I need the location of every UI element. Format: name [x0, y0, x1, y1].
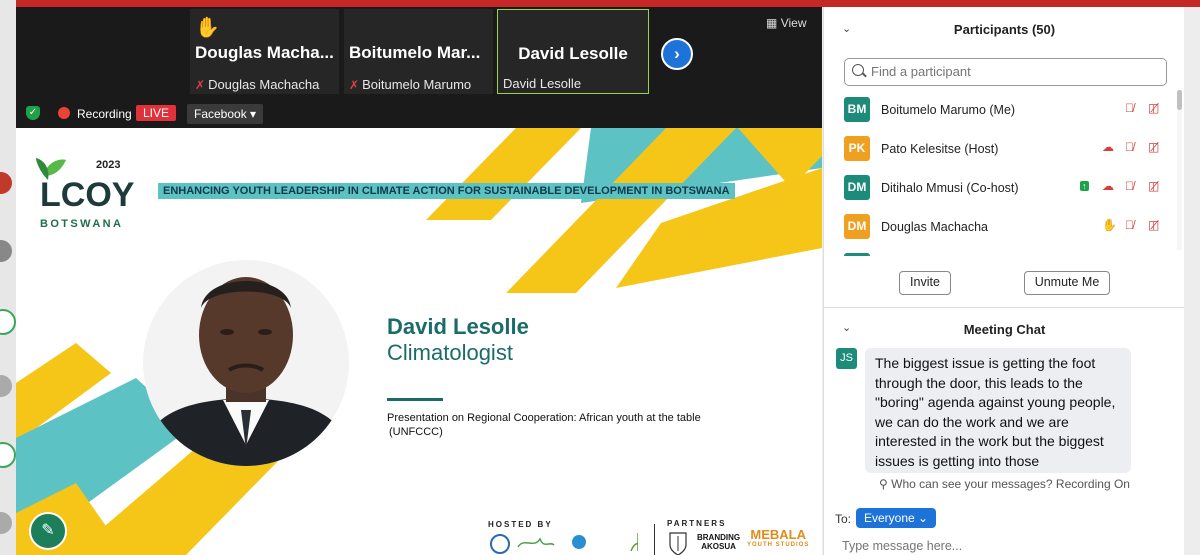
- share-screen-icon: ↑: [1080, 181, 1089, 191]
- avatar: DM: [844, 175, 870, 200]
- annotate-button[interactable]: ✎: [29, 512, 67, 550]
- mic-muted-icon: ✗: [349, 78, 360, 92]
- invite-button[interactable]: Invite: [899, 271, 951, 295]
- logo-name: LCOY: [40, 176, 135, 214]
- participant-name: Ditihalo Mmusi (Co-host): [881, 181, 1019, 195]
- mic-muted-icon: 🎙̸: [1125, 101, 1134, 115]
- chat-message-bubble: The biggest issue is getting the foot th…: [865, 348, 1131, 473]
- participant-name: Pato Kelesitse (Host): [881, 142, 999, 156]
- participant-row[interactable]: BM Boitumelo Marumo (Me) 🎙̸ ◫̸: [824, 93, 1185, 125]
- participant-name: Boitumelo Marumo (Me): [881, 103, 1016, 117]
- slide-headline: ENHANCING YOUTH LEADERSHIP IN CLIMATE AC…: [158, 183, 735, 199]
- avatar: DM: [844, 214, 870, 239]
- thumbnail-name-label: ✗ Boitumelo Marumo: [349, 77, 472, 92]
- presentation-topic: Presentation on Regional Cooperation: Af…: [387, 412, 701, 438]
- unmute-me-button[interactable]: Unmute Me: [1024, 271, 1110, 295]
- mic-muted-icon: ✗: [195, 78, 206, 92]
- participant-search-input[interactable]: [869, 63, 1153, 80]
- video-off-icon: ◫̸: [1148, 101, 1160, 115]
- hosted-by-label: HOSTED BY: [488, 520, 553, 529]
- meeting-status-bar: ✓ Recording LIVE Facebook ▾: [16, 99, 822, 127]
- chat-visibility-note[interactable]: ⚲ Who can see your messages? Recording O…: [824, 477, 1185, 491]
- browser-top-edge: [0, 0, 1200, 7]
- live-badge[interactable]: LIVE: [136, 105, 177, 121]
- participant-list-scrollbar[interactable]: [1177, 90, 1182, 250]
- mic-muted-icon: 🎙̸: [1125, 179, 1134, 193]
- participant-thumbnail[interactable]: Boitumelo Mar... ✗ Boitumelo Marumo: [344, 9, 493, 94]
- participant-list: BM Boitumelo Marumo (Me) 🎙̸ ◫̸ PK Pato K…: [824, 93, 1185, 256]
- recording-cloud-icon: ☁: [1102, 179, 1114, 193]
- crest-logo: [669, 532, 687, 555]
- chat-title: Meeting Chat: [963, 322, 1046, 337]
- raised-hand-icon: ✋: [1102, 218, 1117, 232]
- branding-akosua-logo: BRANDING AKOSUA: [697, 533, 741, 551]
- participant-row[interactable]: DM Douglas Machacha ✋ 🎙̸ ◫̸: [824, 210, 1185, 242]
- thumbnail-display-name: David Lesolle: [518, 44, 628, 63]
- meeting-window: ✋ Douglas Macha... ✗ Douglas Machacha Boi…: [16, 7, 822, 555]
- host-logos: [490, 533, 638, 554]
- page-scrollbar[interactable]: [1184, 7, 1200, 555]
- video-thumbnail-strip: ✋ Douglas Macha... ✗ Douglas Machacha Boi…: [16, 7, 822, 99]
- chevron-down-icon: ⌄: [918, 511, 929, 525]
- shield-icon[interactable]: ✓: [26, 106, 40, 120]
- thumbnail-name-label: David Lesolle: [503, 76, 582, 91]
- recording-cloud-icon: ☁: [1102, 140, 1114, 154]
- recording-label[interactable]: Recording: [77, 107, 132, 121]
- background-window-edge: [0, 0, 16, 555]
- participant-row[interactable]: DM Ditihalo Mmusi (Co-host) ↑ ☁ 🎙̸ ◫̸: [824, 171, 1185, 203]
- to-label: To:: [835, 512, 852, 526]
- side-panel: ⌄ Participants (50) BM Boitumelo Marumo …: [823, 7, 1185, 555]
- avatar: PK: [844, 136, 870, 161]
- panel-divider: [824, 307, 1185, 308]
- participant-row[interactable]: PK Pato Kelesitse (Host) ☁ 🎙̸ ◫̸: [824, 132, 1185, 164]
- stream-target-dropdown[interactable]: Facebook ▾: [187, 104, 264, 124]
- logo-separator: [654, 524, 655, 555]
- next-page-button[interactable]: ›: [661, 38, 693, 70]
- pencil-icon: ✎: [41, 522, 55, 539]
- lcoy-logo: 2023 LCOY BOTSWANA: [36, 158, 135, 230]
- logo-year: 2023: [96, 159, 120, 171]
- person-silhouette-icon: [143, 260, 349, 466]
- title-divider: [387, 398, 443, 401]
- video-off-icon: ◫̸: [1148, 179, 1160, 193]
- grid-icon: ▦: [766, 16, 778, 30]
- participants-title: Participants (50): [953, 22, 1056, 37]
- avatar: BM: [844, 97, 870, 122]
- participant-thumbnail-active[interactable]: David Lesolle David Lesolle: [497, 9, 649, 94]
- recording-icon: [58, 107, 70, 119]
- presenter-role: Climatologist: [387, 340, 513, 365]
- raised-hand-icon: ✋: [195, 17, 220, 39]
- person-icon: ⚲: [879, 477, 888, 491]
- thumbnail-display-name: Boitumelo Mar...: [349, 43, 481, 62]
- thumbnail-display-name: Douglas Macha...: [195, 43, 334, 62]
- partners-label: PARTNERS: [667, 519, 727, 528]
- search-icon: [852, 64, 864, 76]
- video-off-icon: ◫̸: [1148, 140, 1160, 154]
- mic-muted-icon: 🎙̸: [1125, 140, 1134, 154]
- presenter-name: David Lesolle: [387, 314, 529, 339]
- logo-country: BOTSWANA: [40, 218, 123, 230]
- mic-muted-icon: 🎙̸: [1125, 218, 1134, 232]
- view-button[interactable]: ▦ View: [766, 16, 806, 30]
- presenter-photo: [143, 260, 349, 466]
- participant-row[interactable]: [824, 249, 1185, 256]
- participant-name: Douglas Machacha: [881, 220, 989, 234]
- thumbnail-name-label: ✗ Douglas Machacha: [195, 77, 320, 92]
- recipient-dropdown[interactable]: Everyone ⌄: [856, 508, 937, 528]
- chat-message-input[interactable]: [840, 538, 1164, 554]
- chat-message-text: The biggest issue is getting the foot th…: [875, 355, 1116, 469]
- shared-slide: 2023 LCOY BOTSWANA ENHANCING YOUTH LEADE…: [16, 128, 822, 555]
- participant-search-field[interactable]: [844, 58, 1167, 86]
- avatar: [844, 253, 870, 256]
- participant-thumbnail[interactable]: ✋ Douglas Macha... ✗ Douglas Machacha: [190, 9, 339, 94]
- video-off-icon: ◫̸: [1148, 218, 1160, 232]
- chat-sender-avatar: JS: [836, 348, 857, 369]
- mebala-logo: MEBALA YOUTH STUDIOS: [747, 527, 810, 548]
